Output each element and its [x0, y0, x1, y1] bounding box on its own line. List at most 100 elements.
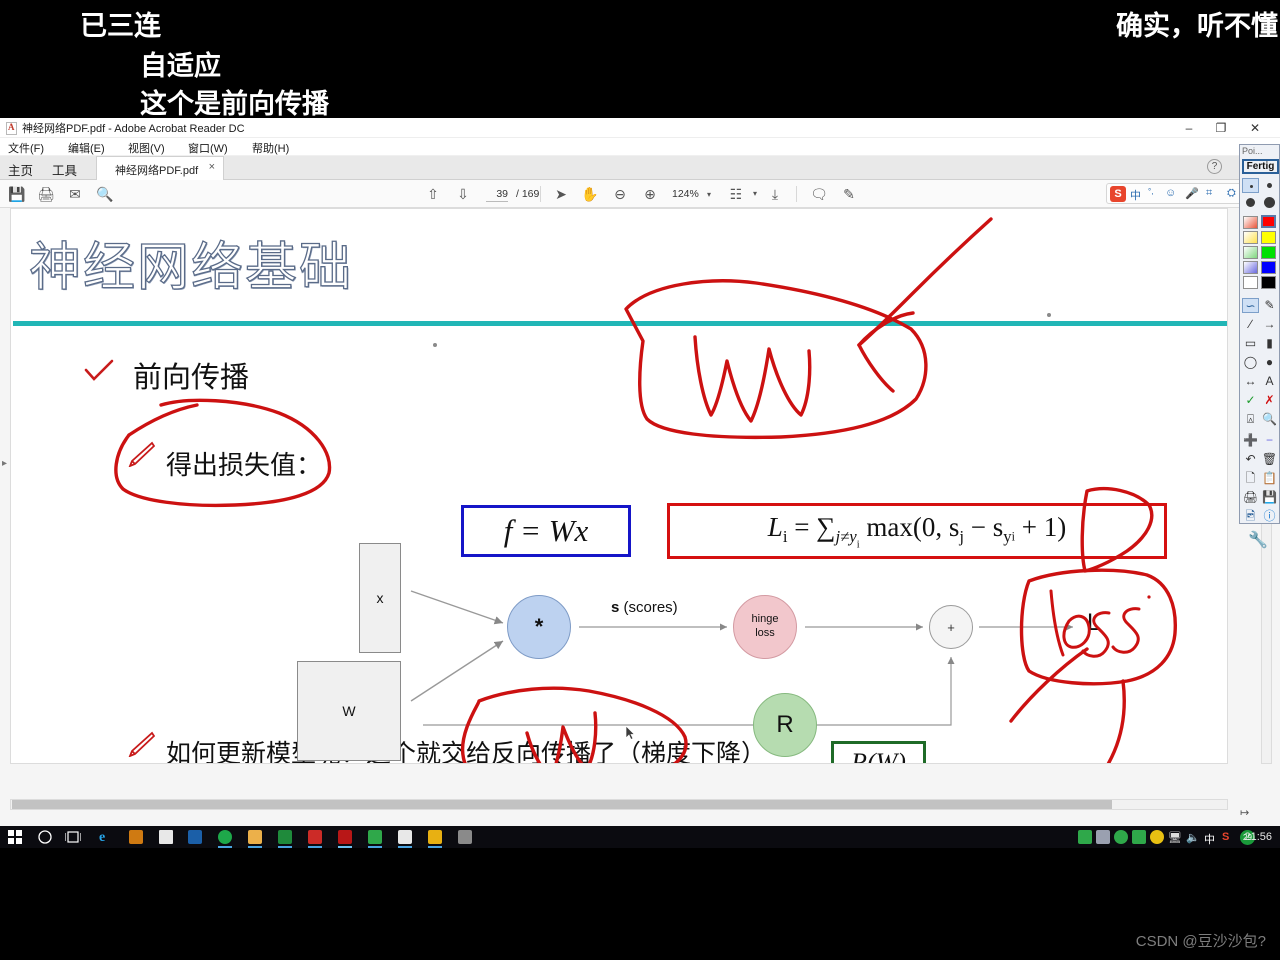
net-icon[interactable] — [1078, 830, 1092, 844]
annotation-tool-panel[interactable]: Poi... Fertig ∽ ✎ ∕ → ▭ ▮ ◯ ● ↔ A ✓ ✗ ⍓ … — [1239, 144, 1280, 524]
shield-icon[interactable] — [1132, 830, 1146, 844]
filled-ellipse-icon[interactable]: ● — [1261, 355, 1278, 370]
editor-icon[interactable] — [428, 830, 442, 844]
freehand-icon[interactable]: ∽ — [1242, 298, 1259, 313]
menu-file[interactable]: 文件(F) — [8, 140, 44, 156]
arrow-down-circle-icon[interactable]: ⇩ — [454, 185, 472, 203]
brush-size-m[interactable] — [1242, 195, 1259, 210]
menu-help[interactable]: 帮助(H) — [252, 140, 289, 156]
chevron-down-icon[interactable]: ▾ — [746, 185, 764, 203]
fit-width-icon[interactable]: ↦ — [1240, 806, 1249, 819]
tab-tools[interactable]: 工具 — [52, 160, 77, 179]
plus-icon[interactable]: ➕ — [1242, 433, 1259, 448]
excel-icon[interactable] — [278, 830, 292, 844]
cross-red-icon[interactable]: ✗ — [1261, 393, 1278, 408]
keyboard-icon[interactable]: ⌗ — [1206, 187, 1212, 200]
search-icon[interactable]: 🔍 — [96, 185, 114, 203]
close-button[interactable]: ✕ — [1240, 118, 1270, 138]
copy-icon[interactable]: 📋 — [1261, 471, 1278, 486]
acrobat-icon[interactable] — [338, 830, 352, 844]
color-swatch-white[interactable] — [1243, 276, 1258, 289]
highlight-icon[interactable]: ✎ — [840, 185, 858, 203]
email-icon[interactable]: ✉ — [66, 185, 84, 203]
done-button[interactable]: Fertig — [1242, 159, 1279, 174]
display-icon[interactable]: 🖥 — [1168, 831, 1182, 844]
recorder-icon[interactable] — [368, 830, 382, 844]
ime-punct-icon[interactable]: °, — [1148, 187, 1153, 196]
hand-icon[interactable]: ✋ — [581, 185, 599, 203]
mail-icon[interactable] — [159, 830, 173, 844]
trash-icon[interactable]: 🗑 — [1261, 452, 1278, 467]
microphone-icon[interactable]: 🎤 — [1185, 187, 1199, 200]
cursor-arrow-icon[interactable]: ➤ — [552, 185, 570, 203]
close-icon[interactable]: × — [209, 161, 215, 173]
pdf-page[interactable]: 神经网络基础 前向传播 得出损失值： 如何更新模型呢？这个就交给反向传播了（梯度… — [10, 208, 1228, 764]
zoom-level-label[interactable]: 124% — [672, 188, 699, 200]
sogou-tray-icon[interactable]: S — [1222, 831, 1229, 843]
ime-mode-indicator[interactable]: 中 — [1204, 831, 1215, 847]
menu-view[interactable]: 视图(V) — [128, 140, 165, 156]
comment-icon[interactable]: 🗨 — [810, 185, 828, 203]
toolbox-icon[interactable]: ⛭ — [1227, 187, 1236, 200]
color-swatch-red[interactable] — [1261, 215, 1276, 228]
sogou-logo-icon[interactable]: S — [1110, 186, 1126, 202]
double-arrow-icon[interactable]: ↔ — [1242, 374, 1259, 389]
color-swatch-lightblue[interactable] — [1243, 261, 1258, 274]
magnify-icon[interactable]: 🔍 — [1261, 412, 1278, 427]
ellipse-icon[interactable]: ◯ — [1242, 355, 1259, 370]
filled-rectangle-icon[interactable]: ▮ — [1261, 336, 1278, 351]
menu-edit[interactable]: 编辑(E) — [68, 140, 105, 156]
menu-window[interactable]: 窗口(W) — [188, 140, 228, 156]
color-swatch-lightyellow[interactable] — [1243, 231, 1258, 244]
brush-size-s[interactable] — [1261, 178, 1278, 193]
app-icon[interactable] — [398, 830, 412, 844]
page-number-input[interactable]: 39 — [486, 188, 508, 202]
minimize-button[interactable]: – — [1174, 118, 1204, 138]
app-tray-icon[interactable] — [1096, 830, 1110, 844]
browser-icon[interactable] — [218, 830, 232, 844]
arrow-icon[interactable]: → — [1261, 317, 1278, 332]
minus-icon[interactable]: − — [1261, 433, 1278, 448]
undo-icon[interactable]: ↶ — [1242, 452, 1259, 467]
store-icon[interactable] — [129, 830, 143, 844]
save-icon[interactable]: 💾 — [1261, 490, 1278, 505]
print-icon[interactable]: 🖨 — [37, 185, 55, 203]
horizontal-scrollbar[interactable] — [10, 799, 1228, 810]
color-swatch-green[interactable] — [1261, 246, 1276, 259]
browser-tray-icon[interactable] — [1114, 830, 1128, 844]
color-swatch-blue[interactable] — [1261, 261, 1276, 274]
maximize-button[interactable]: ❐ — [1206, 118, 1236, 138]
fit-page-icon[interactable]: ☷ — [727, 185, 745, 203]
volume-icon[interactable]: 🔈 — [1186, 831, 1200, 844]
color-swatch-orange[interactable] — [1243, 216, 1258, 229]
new-page-icon[interactable]: 🗋 — [1242, 471, 1259, 486]
windows-start-icon[interactable] — [8, 830, 22, 844]
brush-size-xs[interactable] — [1242, 178, 1259, 193]
brush-size-l[interactable] — [1261, 195, 1278, 210]
edge-icon[interactable]: e — [99, 830, 113, 845]
document-tab[interactable]: 神经网络PDF.pdf × — [96, 156, 224, 180]
media-icon[interactable] — [458, 830, 472, 844]
taskbar-clock[interactable]: 21:56 — [1244, 831, 1272, 843]
tab-home[interactable]: 主页 — [8, 160, 33, 179]
image-icon[interactable]: 🖻 — [1242, 509, 1259, 524]
cortana-circle-icon[interactable] — [38, 830, 52, 844]
arrow-up-circle-icon[interactable]: ⇧ — [424, 185, 442, 203]
help-icon[interactable]: ? — [1207, 159, 1222, 174]
print-icon[interactable]: 🖨 — [1242, 490, 1259, 505]
wrench-tool-icon[interactable]: 🔧 — [1248, 530, 1268, 550]
chevron-down-icon[interactable]: ▾ — [707, 190, 711, 199]
wechat-icon[interactable] — [188, 830, 202, 844]
info-icon[interactable]: ⓘ — [1261, 509, 1278, 524]
color-swatch-lightgreen[interactable] — [1243, 246, 1258, 259]
plus-circle-icon[interactable]: ⊕ — [641, 185, 659, 203]
emoji-icon[interactable]: ☺ — [1165, 187, 1176, 199]
color-swatch-yellow[interactable] — [1261, 231, 1276, 244]
horizontal-scrollbar-thumb[interactable] — [12, 800, 1112, 809]
rectangle-icon[interactable]: ▭ — [1242, 336, 1259, 351]
minus-circle-icon[interactable]: ⊖ — [611, 185, 629, 203]
wps-icon[interactable] — [308, 830, 322, 844]
save-icon[interactable]: 💾 — [8, 185, 26, 203]
expand-left-pane-icon[interactable]: ▸ — [2, 458, 7, 469]
ime-mode-icon[interactable]: 中 — [1130, 187, 1141, 203]
